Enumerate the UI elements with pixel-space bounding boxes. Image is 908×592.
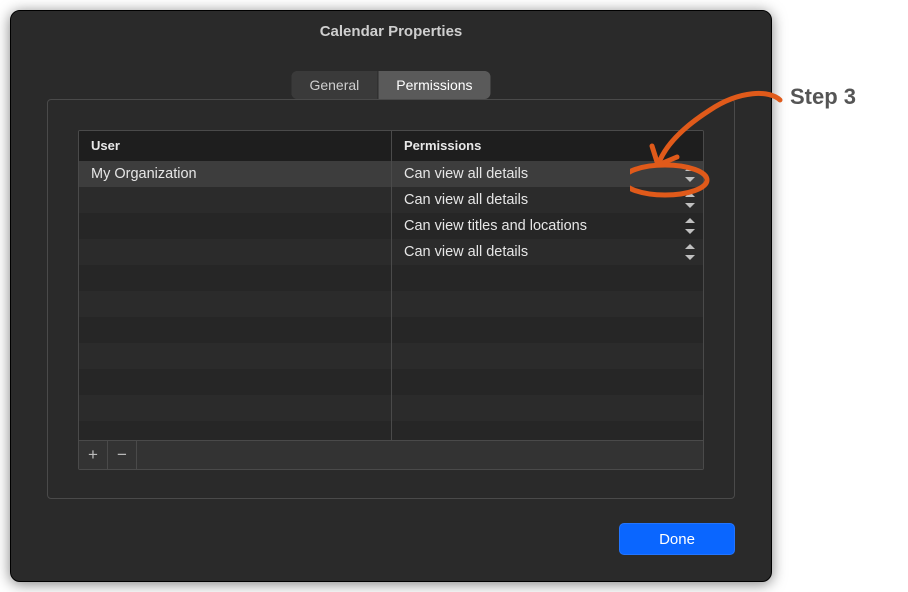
- stepper-icon: [685, 218, 695, 234]
- permission-dropdown: [391, 265, 703, 291]
- permission-dropdown: [391, 421, 703, 441]
- table-row: [79, 317, 703, 343]
- table-row: [79, 395, 703, 421]
- permissions-table: User Permissions My Organization Can view…: [78, 130, 704, 470]
- add-user-button[interactable]: +: [79, 441, 108, 469]
- permission-dropdown: [391, 369, 703, 395]
- stepper-icon: [685, 192, 695, 208]
- table-row[interactable]: Can view titles and locations: [79, 213, 703, 239]
- table-row: [79, 421, 703, 441]
- table-row: [79, 265, 703, 291]
- column-header-permissions[interactable]: Permissions: [391, 131, 703, 161]
- user-cell: [79, 369, 391, 395]
- done-button[interactable]: Done: [619, 523, 735, 555]
- permission-dropdown[interactable]: Can view all details: [391, 239, 703, 265]
- user-cell: [79, 265, 391, 291]
- permission-dropdown: [391, 395, 703, 421]
- minus-icon: −: [117, 445, 127, 465]
- permission-dropdown: [391, 317, 703, 343]
- table-body: My Organization Can view all details Can v…: [79, 161, 703, 441]
- permission-value: Can view titles and locations: [404, 218, 587, 234]
- permission-dropdown[interactable]: Can view all details: [391, 161, 703, 187]
- user-cell: [79, 213, 391, 239]
- stepper-icon: [685, 166, 695, 182]
- permission-dropdown[interactable]: Can view titles and locations: [391, 213, 703, 239]
- permission-dropdown: [391, 291, 703, 317]
- permission-value: Can view all details: [404, 244, 528, 260]
- user-cell: [79, 421, 391, 441]
- user-cell: [79, 187, 391, 213]
- tab-permissions[interactable]: Permissions: [377, 71, 490, 99]
- table-row[interactable]: Can view all details: [79, 187, 703, 213]
- table-footer-bar: + −: [79, 440, 703, 469]
- tab-bar: General Permissions: [291, 71, 490, 99]
- calendar-properties-window: Calendar Properties General Permissions …: [10, 10, 772, 582]
- table-row: [79, 369, 703, 395]
- content-panel: User Permissions My Organization Can view…: [47, 99, 735, 499]
- remove-user-button[interactable]: −: [108, 441, 137, 469]
- table-row[interactable]: My Organization Can view all details: [79, 161, 703, 187]
- table-row: [79, 343, 703, 369]
- user-cell: [79, 343, 391, 369]
- user-cell: [79, 239, 391, 265]
- column-header-user[interactable]: User: [79, 131, 391, 161]
- stepper-icon: [685, 244, 695, 260]
- permission-dropdown: [391, 343, 703, 369]
- plus-icon: +: [88, 445, 98, 465]
- tab-general[interactable]: General: [291, 71, 377, 99]
- user-cell: [79, 317, 391, 343]
- user-cell: My Organization: [79, 161, 391, 187]
- window-title: Calendar Properties: [11, 11, 771, 53]
- step3-label: Step 3: [790, 84, 856, 110]
- permission-dropdown[interactable]: Can view all details: [391, 187, 703, 213]
- user-cell: [79, 291, 391, 317]
- table-row: [79, 291, 703, 317]
- user-cell: [79, 395, 391, 421]
- permission-value: Can view all details: [404, 192, 528, 208]
- table-row[interactable]: Can view all details: [79, 239, 703, 265]
- table-header: User Permissions: [79, 131, 703, 162]
- permission-value: Can view all details: [404, 166, 528, 182]
